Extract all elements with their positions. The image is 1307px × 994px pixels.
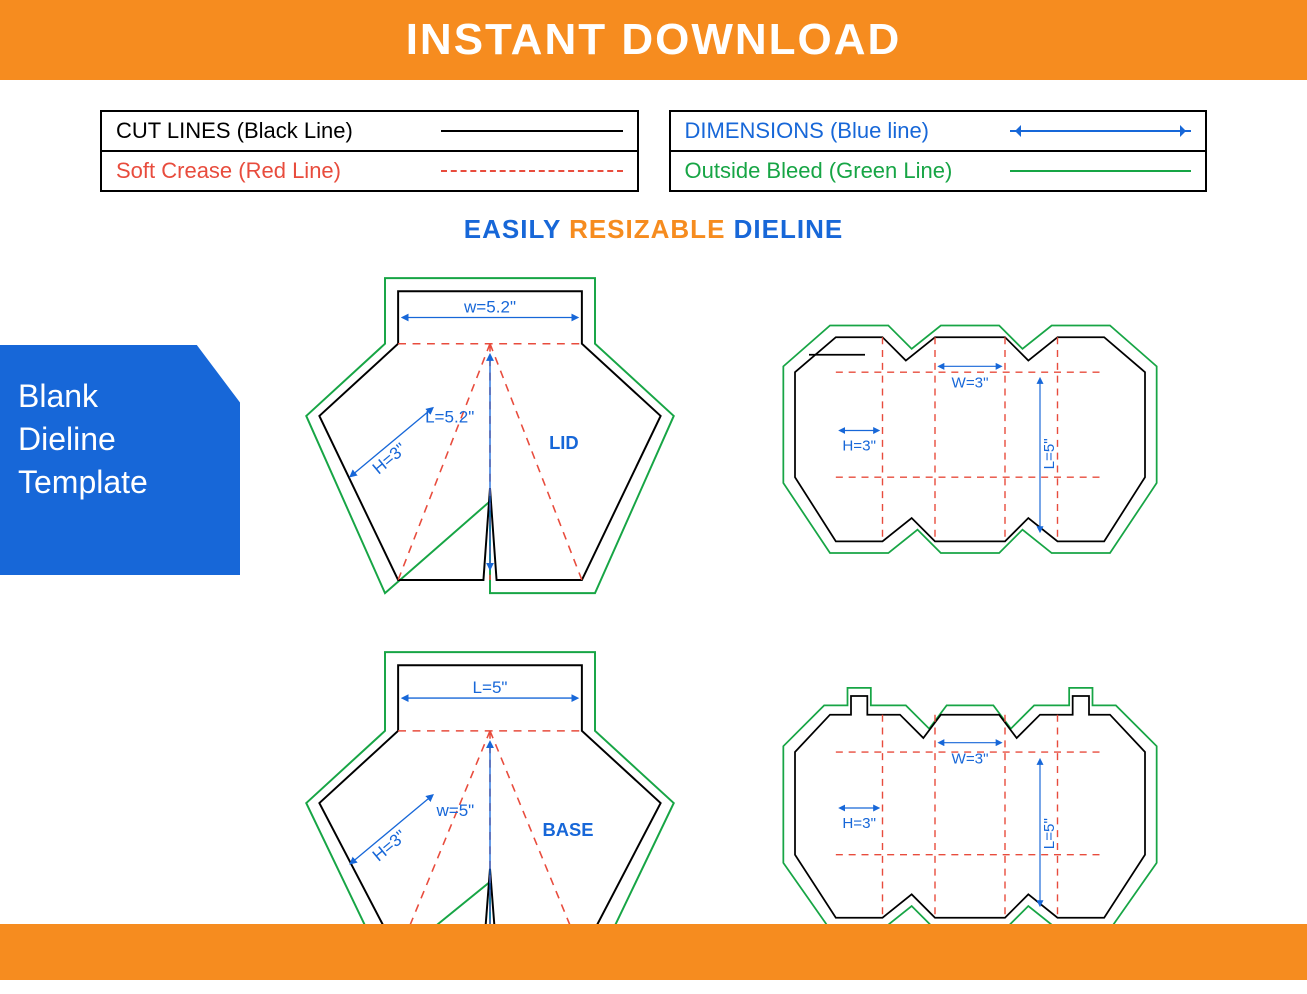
legend-cut: CUT LINES (Black Line) — [102, 112, 637, 150]
side-badge-line1: Blank — [18, 375, 222, 418]
legend-bleed-label: Outside Bleed (Green Line) — [685, 158, 990, 184]
header-title: INSTANT DOWNLOAD — [406, 15, 902, 65]
crease-line-sample — [441, 170, 623, 172]
legend-dim: DIMENSIONS (Blue line) — [671, 112, 1206, 150]
legend-crease: Soft Crease (Red Line) — [102, 150, 637, 190]
dim-h: H=3" — [369, 439, 410, 478]
bleed-line-sample — [1010, 170, 1192, 172]
legend-box-left: CUT LINES (Black Line) Soft Crease (Red … — [100, 110, 639, 192]
dim-l: L=5" — [473, 678, 508, 697]
legend-cut-label: CUT LINES (Black Line) — [116, 118, 421, 144]
piece-label: BASE — [543, 819, 594, 840]
dim-l: L=5" — [1041, 438, 1058, 469]
legend-box-right: DIMENSIONS (Blue line) Outside Bleed (Gr… — [669, 110, 1208, 192]
dim-h: H=3" — [842, 437, 876, 454]
subheading-word2: RESIZABLE — [569, 214, 725, 244]
dim-l: L=5" — [1041, 819, 1058, 850]
dieline-box-a: W=3" L=5" H=3" — [760, 265, 1180, 619]
legend-crease-label: Soft Crease (Red Line) — [116, 158, 421, 184]
side-badge: Blank Dieline Template — [0, 345, 240, 575]
dim-l: L=5.2" — [425, 408, 474, 427]
dim-w: W=3" — [952, 374, 989, 391]
subheading: EASILY RESIZABLE DIELINE — [0, 214, 1307, 245]
side-badge-line3: Template — [18, 461, 222, 504]
dim-w: w=5.2" — [463, 297, 516, 316]
piece-label: LID — [549, 432, 579, 453]
legend-dim-label: DIMENSIONS (Blue line) — [685, 118, 990, 144]
footer-bar — [0, 924, 1307, 980]
dim-w: W=3" — [952, 751, 989, 768]
dieline-lid: w=5.2" L=5.2" H=3" LID — [280, 265, 700, 619]
cut-line-sample — [441, 130, 623, 132]
diagram-grid: w=5.2" L=5.2" H=3" LID W=3" L=5" H=3" — [280, 265, 1180, 825]
side-badge-line2: Dieline — [18, 418, 222, 461]
legend-bleed: Outside Bleed (Green Line) — [671, 150, 1206, 190]
subheading-word3: DIELINE — [734, 214, 844, 244]
dim-line-sample — [1010, 130, 1192, 132]
dim-w: w=5" — [435, 802, 474, 821]
dim-h: H=3" — [842, 815, 876, 832]
legend-row: CUT LINES (Black Line) Soft Crease (Red … — [100, 110, 1207, 192]
subheading-word1: EASILY — [464, 214, 561, 244]
header-bar: INSTANT DOWNLOAD — [0, 0, 1307, 80]
dim-h: H=3" — [369, 827, 410, 866]
